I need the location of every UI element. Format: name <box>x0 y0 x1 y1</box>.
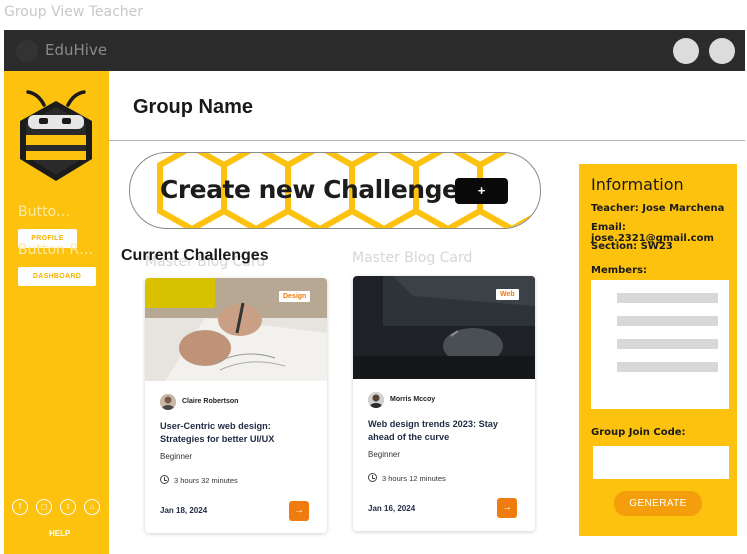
clock-icon <box>160 475 169 484</box>
challenge-card[interactable]: Design Claire Robertson User-Centric web… <box>145 278 327 533</box>
card-duration: 3 hours 12 minutes <box>382 474 446 483</box>
arrow-right-icon[interactable]: → <box>289 501 309 521</box>
card-title[interactable]: User-Centric web design: Strategies for … <box>160 420 316 445</box>
sidebar: Butto… PROFILE Button R… DASHBOARD f ◻ t… <box>4 71 109 554</box>
member-placeholder <box>617 339 718 349</box>
card-tag: Design <box>279 291 311 302</box>
twitter-icon[interactable]: t <box>60 499 76 515</box>
author-avatar <box>368 392 384 408</box>
facebook-icon[interactable]: f <box>12 499 28 515</box>
card-level: Beginner <box>160 452 193 461</box>
member-placeholder <box>617 362 718 372</box>
instagram-icon[interactable]: ◻ <box>36 499 52 515</box>
clock-icon <box>368 473 377 482</box>
ghost-card-title-2: Master Blog Card <box>352 250 473 266</box>
card-date: Jan 18, 2024 <box>160 506 208 515</box>
information-title: Information <box>591 175 684 194</box>
current-challenges-title: Current Challenges <box>121 247 269 264</box>
create-challenge-label: Create new Challenge <box>160 175 459 204</box>
members-label: Members: <box>591 265 647 276</box>
page-title: Group Name <box>133 96 254 118</box>
share-icon[interactable]: ⌂ <box>84 499 100 515</box>
card-date: Jan 16, 2024 <box>368 504 416 513</box>
challenge-card[interactable]: Web Morris Mccoy Web design trends 2023:… <box>353 276 535 531</box>
join-code-field[interactable] <box>593 446 729 479</box>
add-challenge-button[interactable]: + <box>455 178 508 204</box>
app-logo-icon <box>16 40 38 62</box>
user-avatar-button[interactable] <box>709 38 735 64</box>
header-divider <box>109 140 745 141</box>
faded-button-label-1: Butto… <box>18 204 71 220</box>
member-placeholder <box>617 316 718 326</box>
card-tag: Web <box>496 289 519 300</box>
create-challenge-banner[interactable]: Create new Challenge + <box>129 152 541 229</box>
faded-button-label-2: Button R… <box>18 242 94 258</box>
information-panel: Information Teacher: Jose Marchena Email… <box>579 164 737 536</box>
card-duration: 3 hours 32 minutes <box>174 476 238 485</box>
member-placeholder <box>617 293 718 303</box>
generate-button[interactable]: GENERATE <box>614 491 702 516</box>
notification-button[interactable] <box>673 38 699 64</box>
author-name: Claire Robertson <box>182 398 239 405</box>
join-code-label: Group Join Code: <box>591 427 686 438</box>
members-list <box>591 280 729 409</box>
teacher-name: Teacher: Jose Marchena <box>591 203 725 214</box>
author-avatar <box>160 394 176 410</box>
card-level: Beginner <box>368 450 401 459</box>
dashboard-button[interactable]: DASHBOARD <box>18 267 96 286</box>
top-bar: EduHive <box>4 30 745 71</box>
arrow-right-icon[interactable]: → <box>497 498 517 518</box>
author-name: Morris Mccoy <box>390 396 436 403</box>
frame-label: Group View Teacher <box>4 4 144 20</box>
help-link[interactable]: HELP <box>49 529 70 538</box>
bee-logo-icon <box>20 90 92 181</box>
section-code: Section: SW23 <box>591 241 673 252</box>
app-brand: EduHive <box>45 41 108 59</box>
card-title[interactable]: Web design trends 2023: Stay ahead of th… <box>368 418 524 443</box>
